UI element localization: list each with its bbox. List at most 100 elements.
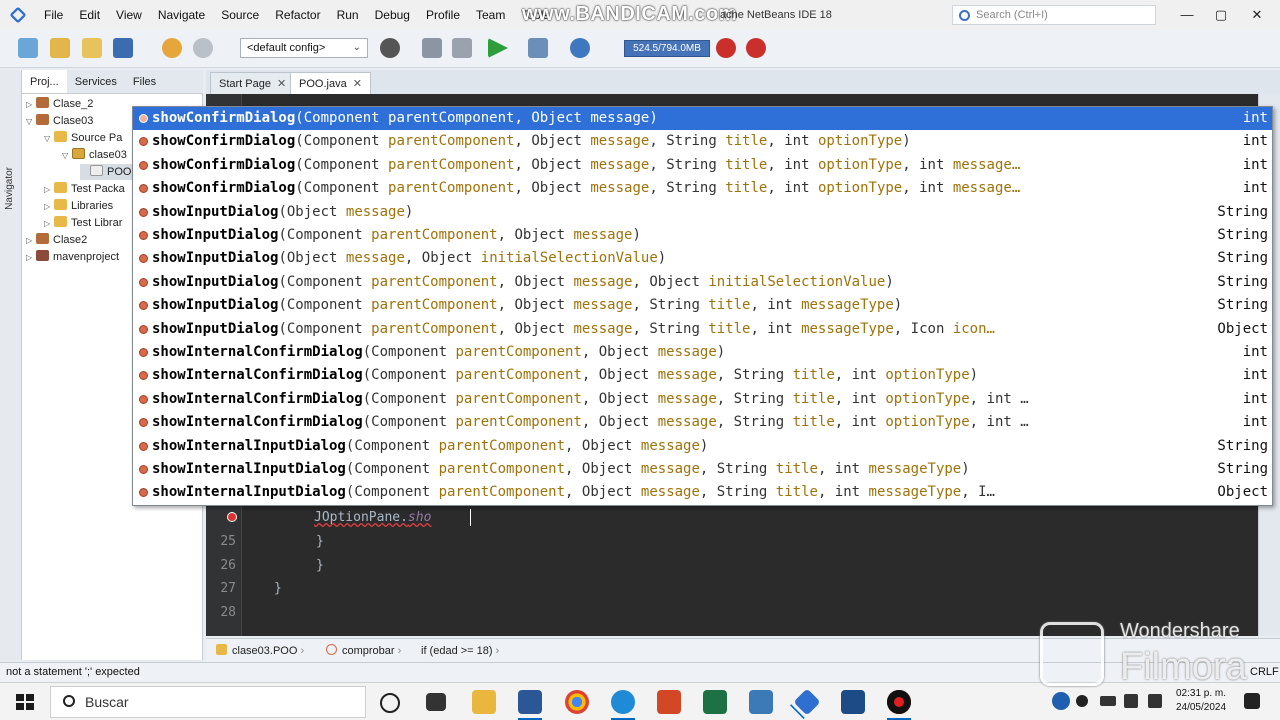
tab-start-page[interactable]: Start Page ✕ [210, 72, 296, 94]
completion-item[interactable]: showConfirmDialog(Component parentCompon… [133, 130, 1272, 153]
completion-item[interactable]: showConfirmDialog(Component parentCompon… [133, 154, 1272, 177]
menu-item-edit[interactable]: Edit [71, 0, 108, 30]
menu-item-file[interactable]: File [36, 0, 71, 30]
excel-icon[interactable] [703, 690, 727, 714]
completion-item[interactable]: showInputDialog(Object message, Object i… [133, 247, 1272, 270]
run-play-icon[interactable] [488, 38, 508, 58]
collapse-arrow-icon[interactable]: ▽ [44, 131, 54, 147]
clean-build-icon[interactable] [452, 38, 472, 58]
completion-item[interactable]: showConfirmDialog(Component parentCompon… [133, 107, 1272, 131]
completion-item[interactable]: showInputDialog(Component parentComponen… [133, 271, 1272, 294]
menu-item-refactor[interactable]: Refactor [267, 0, 328, 30]
expand-arrow-icon[interactable]: ▷ [26, 97, 36, 113]
error-icon[interactable] [227, 512, 237, 522]
save-all-icon[interactable] [113, 38, 133, 58]
globe-icon[interactable] [380, 38, 400, 58]
breadcrumb-method[interactable]: comprobar › [326, 639, 401, 663]
tab-files[interactable]: Files [125, 70, 164, 93]
menu-item-debug[interactable]: Debug [367, 0, 418, 30]
profile-icon[interactable] [570, 38, 590, 58]
completion-item[interactable]: showInputDialog(Component parentComponen… [133, 318, 1272, 341]
battery-icon[interactable] [1100, 696, 1116, 706]
menu-item-source[interactable]: Source [213, 0, 267, 30]
python-icon[interactable] [749, 690, 773, 714]
expand-arrow-icon[interactable]: ▷ [26, 233, 36, 249]
memory-usage-bar[interactable]: 524.5/794.0MB [624, 40, 710, 57]
code-completion-popup[interactable]: showConfirmDialog(Component parentCompon… [132, 106, 1273, 506]
code-line[interactable]: } [316, 534, 324, 549]
tree-item-test-libraries[interactable]: ▷ Test Librar [44, 215, 122, 232]
cortana-icon[interactable] [380, 693, 400, 713]
system-clock[interactable]: 02:31 p. m. 24/05/2024 [1171, 687, 1231, 715]
ide-search-box[interactable]: Search (Ctrl+I) [952, 5, 1156, 25]
tree-item-mavenproject[interactable]: ▷ mavenproject [26, 249, 119, 266]
tree-item-clase-2[interactable]: ▷ Clase_2 [26, 96, 93, 113]
completion-item[interactable]: showInputDialog(Component parentComponen… [133, 224, 1272, 247]
maximize-button[interactable]: ▢ [1204, 0, 1238, 30]
close-icon[interactable]: ✕ [277, 78, 286, 90]
menu-item-team[interactable]: Team [468, 0, 513, 30]
edge-icon[interactable] [611, 690, 635, 720]
new-file-icon[interactable] [18, 38, 38, 58]
minimize-button[interactable]: — [1170, 0, 1204, 30]
close-icon[interactable]: ✕ [353, 78, 362, 90]
tab-poo-java[interactable]: POO.java ✕ [290, 72, 371, 94]
tree-item-clase03[interactable]: ▽ Clase03 [26, 113, 93, 130]
completion-item[interactable]: showInternalInputDialog(Component parent… [133, 458, 1272, 481]
vm-icon[interactable] [841, 690, 865, 714]
completion-item[interactable]: showConfirmDialog(Component parentCompon… [133, 177, 1272, 200]
redo-icon[interactable] [193, 38, 213, 58]
chevron-up-icon[interactable] [1076, 695, 1088, 707]
menu-item-view[interactable]: View [108, 0, 150, 30]
close-window-button[interactable]: ✕ [1240, 0, 1274, 30]
collapse-arrow-icon[interactable]: ▽ [26, 114, 36, 130]
tree-item-libraries[interactable]: ▷ Libraries [44, 198, 113, 215]
open-project-icon[interactable] [82, 38, 102, 58]
volume-icon[interactable] [1148, 694, 1162, 708]
undo-icon[interactable] [162, 38, 182, 58]
expand-arrow-icon[interactable]: ▷ [44, 182, 54, 198]
tab-projects[interactable]: Proj... [22, 70, 67, 93]
code-line-current[interactable]: JOptionPane.sho [314, 510, 431, 525]
completion-item[interactable]: showInputDialog(Component parentComponen… [133, 294, 1272, 317]
expand-arrow-icon[interactable]: ▷ [44, 216, 54, 232]
completion-item[interactable]: showInternalConfirmDialog(Component pare… [133, 411, 1272, 434]
tree-item-clase2[interactable]: ▷ Clase2 [26, 232, 87, 249]
breadcrumb-if[interactable]: if (edad >= 18) › [421, 639, 499, 663]
completion-item[interactable]: showInternalInputDialog(Component parent… [133, 435, 1272, 458]
collapse-arrow-icon[interactable]: ▽ [62, 148, 72, 164]
config-dropdown[interactable]: <default config> ⌄ [240, 38, 368, 58]
tree-item-package-clase03[interactable]: ▽ clase03 [62, 147, 127, 164]
completion-item[interactable]: showInternalConfirmDialog(Component pare… [133, 341, 1272, 364]
chrome-icon[interactable] [565, 690, 589, 714]
gc-icon[interactable] [716, 38, 736, 58]
tree-item-source-packages[interactable]: ▽ Source Pa [44, 130, 122, 147]
tab-services[interactable]: Services [67, 70, 125, 93]
completion-item[interactable]: showInternalConfirmDialog(Component pare… [133, 388, 1272, 411]
netbeans-icon[interactable] [793, 688, 821, 716]
completion-item[interactable]: showInternalInputDialog(Component parent… [133, 481, 1272, 504]
code-line[interactable]: } [274, 581, 282, 596]
breadcrumb-class[interactable]: clase03.POO › [216, 639, 304, 663]
tree-item-test-packages[interactable]: ▷ Test Packa [44, 181, 125, 198]
debug-icon[interactable] [528, 38, 548, 58]
expand-arrow-icon[interactable]: ▷ [26, 250, 36, 266]
new-project-icon[interactable] [50, 38, 70, 58]
build-hammer-icon[interactable] [422, 38, 442, 58]
notifications-icon[interactable] [1244, 693, 1260, 709]
menu-item-run[interactable]: Run [329, 0, 367, 30]
menu-item-profile[interactable]: Profile [418, 0, 468, 30]
powerpoint-icon[interactable] [657, 690, 681, 714]
taskbar-search[interactable]: Buscar [50, 686, 366, 718]
bandicam-record-icon[interactable] [887, 690, 911, 720]
completion-item[interactable]: showInputDialog(Object message) String [133, 201, 1272, 224]
help-icon[interactable] [1052, 692, 1070, 710]
code-line[interactable]: } [316, 558, 324, 573]
completion-item[interactable]: showInternalConfirmDialog(Component pare… [133, 364, 1272, 387]
task-view-icon[interactable] [426, 693, 446, 711]
windows-start-icon[interactable] [16, 694, 34, 710]
file-explorer-icon[interactable] [472, 690, 496, 714]
navigator-strip[interactable]: Navigator [0, 70, 22, 660]
word-icon[interactable] [518, 690, 542, 720]
menu-item-navigate[interactable]: Navigate [150, 0, 213, 30]
